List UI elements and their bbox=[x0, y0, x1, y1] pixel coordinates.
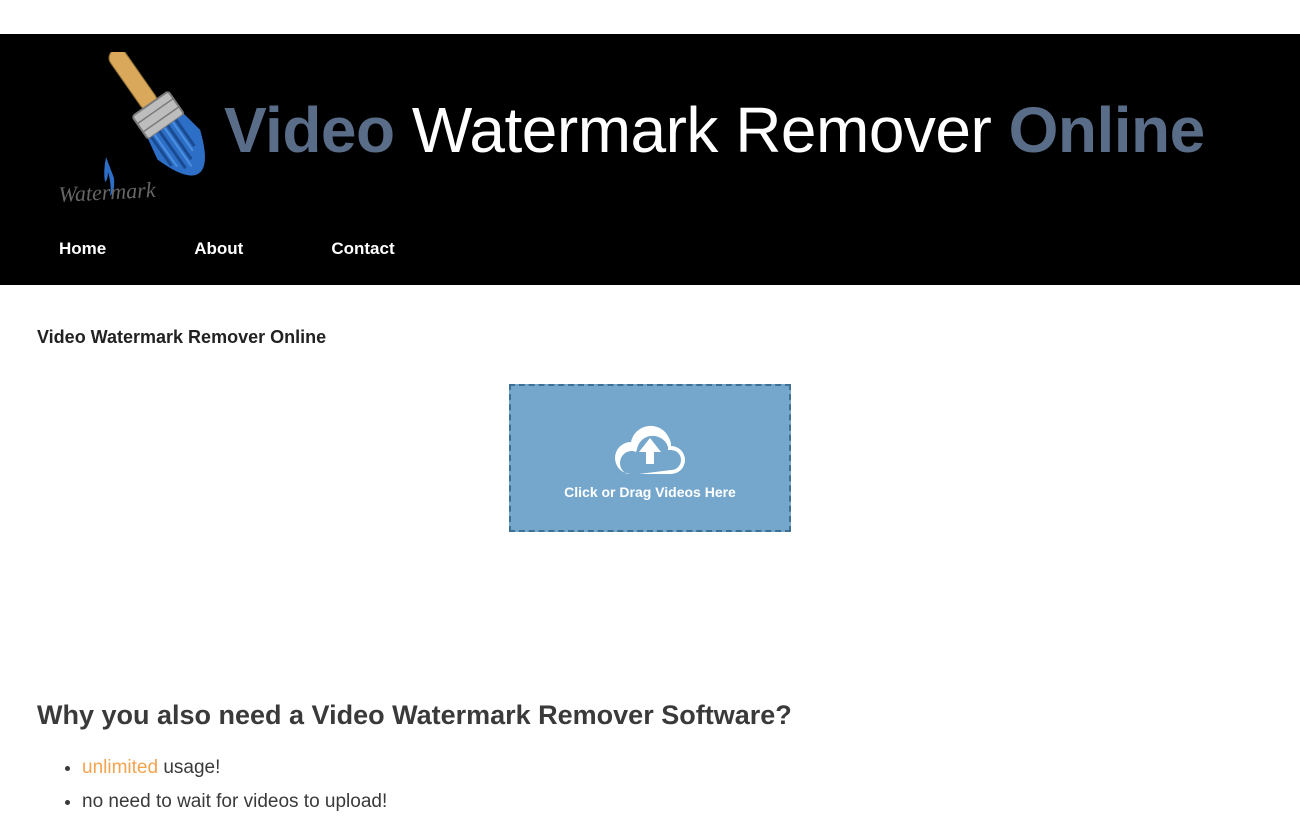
bullet-text: usage! bbox=[158, 757, 220, 778]
header: Watermark Video Watermark Remover Online… bbox=[0, 34, 1300, 285]
upload-dropzone[interactable]: Click or Drag Videos Here bbox=[509, 384, 791, 532]
why-bullets: unlimited usage! no need to wait for vid… bbox=[82, 753, 1300, 818]
nav-home[interactable]: Home bbox=[44, 231, 121, 267]
site-title: Video Watermark Remover Online bbox=[224, 93, 1205, 167]
dropzone-label: Click or Drag Videos Here bbox=[564, 484, 736, 500]
list-item: unlimited usage! bbox=[82, 753, 1300, 783]
title-word-online: Online bbox=[1009, 94, 1205, 166]
page-title: Video Watermark Remover Online bbox=[37, 327, 1300, 348]
bullet-highlight: unlimited bbox=[82, 757, 158, 778]
nav: Home About Contact bbox=[0, 231, 1300, 285]
svg-text:Watermark: Watermark bbox=[58, 177, 157, 207]
nav-about[interactable]: About bbox=[179, 231, 258, 267]
nav-contact[interactable]: Contact bbox=[316, 231, 409, 267]
why-heading: Why you also need a Video Watermark Remo… bbox=[37, 700, 1300, 731]
cloud-upload-icon bbox=[611, 416, 689, 474]
title-word-middle: Watermark Remover bbox=[395, 94, 1009, 166]
brush-logo-icon: Watermark bbox=[44, 52, 214, 207]
title-word-video: Video bbox=[224, 94, 395, 166]
dropzone-wrapper: Click or Drag Videos Here bbox=[0, 384, 1300, 532]
logo-row: Watermark Video Watermark Remover Online bbox=[0, 34, 1300, 231]
list-item: no need to wait for videos to upload! bbox=[82, 787, 1300, 817]
